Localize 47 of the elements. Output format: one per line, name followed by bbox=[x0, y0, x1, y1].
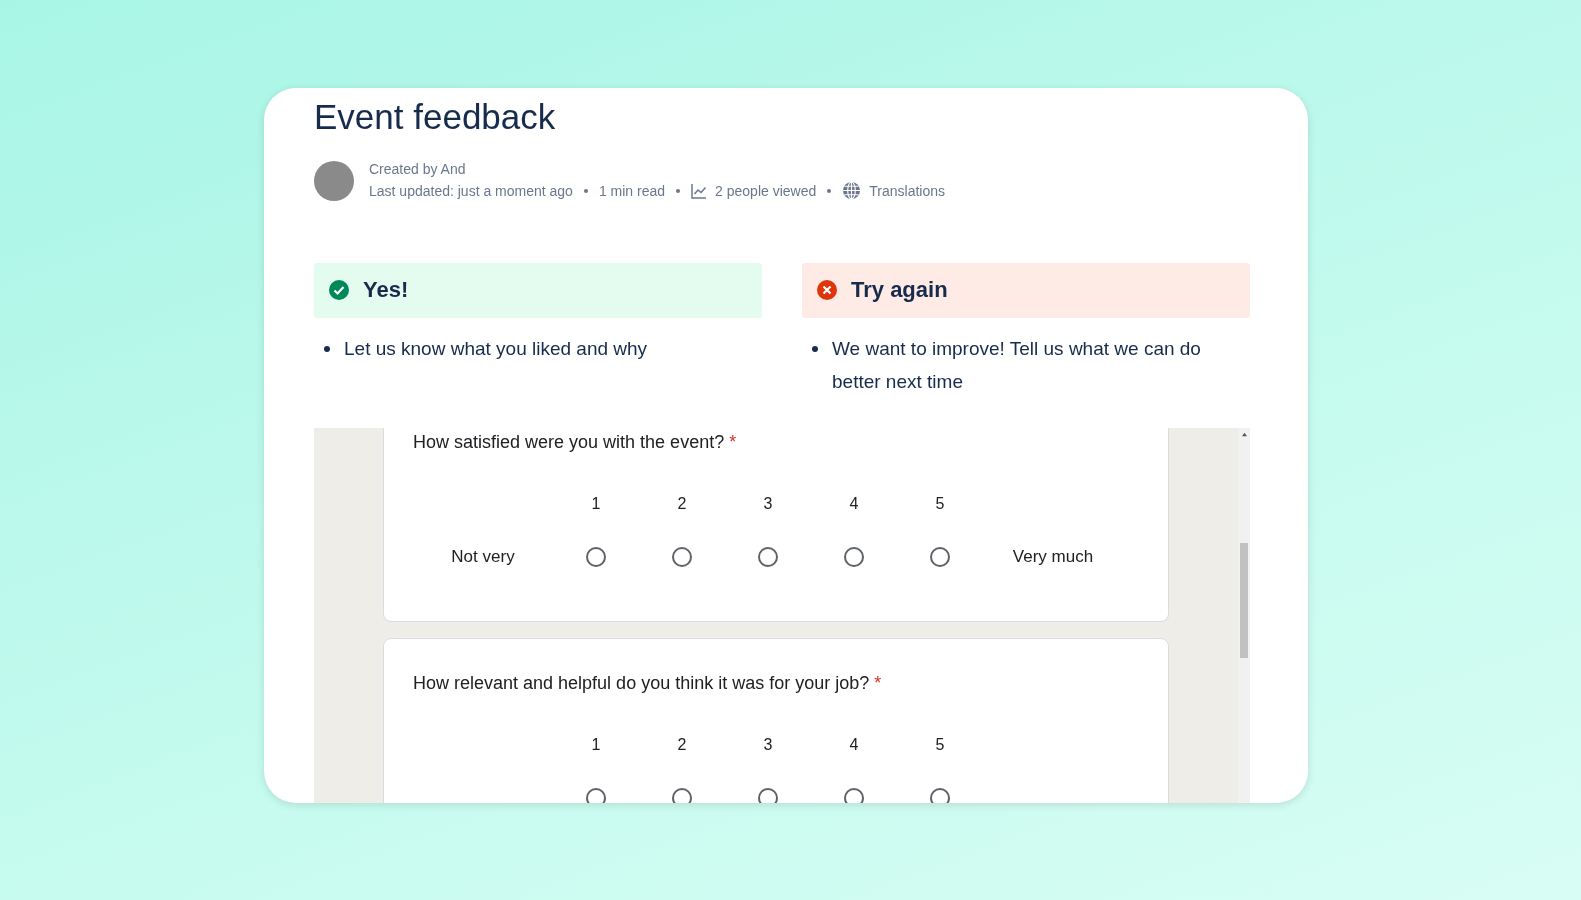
scale-number: 4 bbox=[849, 735, 859, 754]
meta-text: Last updated: just a moment ago bbox=[369, 182, 573, 199]
scale-number: 3 bbox=[763, 494, 773, 513]
separator-dot bbox=[827, 188, 832, 193]
radio-button[interactable] bbox=[758, 546, 778, 567]
radio-button[interactable] bbox=[672, 787, 692, 803]
scale-number: 5 bbox=[935, 735, 945, 754]
radio-button[interactable] bbox=[844, 546, 864, 567]
scale-number: 3 bbox=[763, 735, 773, 754]
scale-number: 1 bbox=[591, 494, 601, 513]
radio-button[interactable] bbox=[844, 787, 864, 803]
radio-button[interactable] bbox=[930, 546, 950, 567]
page-title: Event feedback bbox=[314, 98, 557, 137]
bullet-dot bbox=[324, 345, 330, 352]
scale-number: 5 bbox=[935, 494, 945, 513]
panel-header: Yes! bbox=[314, 262, 762, 318]
avatar bbox=[314, 160, 354, 201]
meta-text: 1 min read bbox=[598, 182, 666, 199]
scale-label: Not very bbox=[451, 546, 515, 566]
translations-link[interactable]: Translations bbox=[869, 182, 945, 199]
bullet-dot bbox=[812, 345, 818, 352]
question-text: How relevant and helpful do you think it was for your job? * bbox=[413, 672, 883, 694]
globe-icon bbox=[842, 181, 862, 200]
bullet-item: Let us know what you liked and why bbox=[344, 336, 648, 361]
radio-button[interactable] bbox=[758, 787, 778, 803]
separator-dot bbox=[583, 188, 588, 193]
x-circle-icon bbox=[817, 280, 837, 300]
question-text: How satisfied were you with the event? * bbox=[413, 431, 738, 453]
scroll-up-icon[interactable] bbox=[1240, 431, 1248, 437]
meta-text: 2 people viewed bbox=[715, 182, 817, 199]
scale-label: Very much bbox=[1012, 546, 1094, 566]
panel-header: Try again bbox=[802, 262, 1250, 318]
scale-number: 1 bbox=[591, 735, 601, 754]
scrollbar[interactable] bbox=[1238, 427, 1250, 803]
author-line: Created by And bbox=[369, 161, 467, 177]
chart-icon bbox=[691, 182, 708, 199]
bullet-item: We want to improve! Tell us what we can do better next time bbox=[832, 336, 1202, 394]
scale-number: 2 bbox=[677, 735, 687, 754]
radio-button[interactable] bbox=[672, 546, 692, 567]
scale-number: 4 bbox=[849, 494, 859, 513]
scrollbar-thumb[interactable] bbox=[1240, 542, 1248, 658]
scale-number: 2 bbox=[677, 494, 687, 513]
radio-button[interactable] bbox=[586, 546, 606, 567]
radio-button[interactable] bbox=[586, 787, 606, 803]
separator-dot bbox=[676, 188, 681, 193]
check-circle-icon bbox=[329, 280, 349, 300]
radio-button[interactable] bbox=[930, 787, 950, 803]
